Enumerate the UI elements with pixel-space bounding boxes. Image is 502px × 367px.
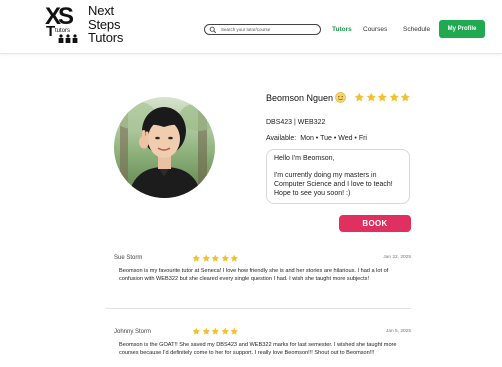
search-placeholder: Search your tutor/course (221, 26, 271, 32)
brand-line-1: Next (88, 3, 114, 18)
star-icon (202, 327, 210, 335)
logo-icon[interactable]: XS T tutors (45, 2, 85, 46)
nav-tutors[interactable]: Tutors (332, 26, 352, 33)
my-profile-button[interactable]: My Profile (439, 20, 485, 38)
brand-line-2: Steps (88, 16, 121, 32)
star-icon (221, 327, 229, 335)
review-card: Sue Storm Jan 22, 2025 Beomson is my fav… (106, 254, 411, 295)
reviewer-name: Sue Storm (114, 255, 143, 261)
star-icon (354, 92, 364, 102)
tutor-bio: Hello I'm Beomson, I'm currently doing m… (266, 149, 410, 204)
star-icon (230, 327, 238, 335)
brand-name: Next Steps Tutors (88, 4, 123, 45)
star-icon (192, 327, 200, 335)
nav-courses[interactable]: Courses (363, 26, 387, 33)
svg-text:T: T (46, 23, 55, 40)
review-text: Beomson is my favourite tutor at Seneca!… (119, 268, 389, 282)
tutor-avatar (114, 97, 215, 198)
search-icon (209, 26, 217, 34)
review-text: Beomson is the GOAT!! She saved my DBS42… (119, 342, 397, 356)
star-icon (377, 92, 387, 102)
review-card: Johnny Storm Jan 5, 2025 Beomson is the … (106, 327, 411, 367)
star-icon (230, 254, 238, 262)
svg-text:tutors: tutors (55, 28, 70, 34)
tutor-availability: Available: Mon • Tue • Wed • Fri (266, 135, 367, 142)
star-icon (211, 327, 219, 335)
availability-days: Mon • Tue • Wed • Fri (300, 135, 367, 142)
tutor-name: Beomson Nguen (266, 93, 334, 103)
book-button[interactable]: BOOK (339, 215, 411, 232)
search-input[interactable]: Search your tutor/course (204, 24, 321, 35)
review-divider (106, 308, 411, 309)
brand-line-3: Tutors (88, 30, 124, 45)
star-icon (202, 254, 210, 262)
smile-emoji-icon (335, 92, 346, 103)
review-rating-stars (192, 327, 239, 336)
reviewer-name: Johnny Storm (114, 329, 152, 335)
star-icon (192, 254, 200, 262)
star-icon (221, 254, 229, 262)
availability-label: Available: (266, 135, 297, 142)
tutor-rating-stars (354, 92, 411, 103)
tutor-courses: DBS423 | WEB322 (266, 119, 326, 126)
star-icon (389, 92, 399, 102)
star-icon (211, 254, 219, 262)
nav-schedule[interactable]: Schedule (403, 26, 430, 33)
top-header: XS T tutors Next Steps Tutors Search you… (0, 0, 502, 54)
review-date: Jan 5, 2025 (385, 329, 411, 334)
review-date: Jan 22, 2025 (383, 255, 411, 260)
star-icon (366, 92, 376, 102)
star-icon (400, 92, 410, 102)
review-rating-stars (192, 254, 239, 263)
